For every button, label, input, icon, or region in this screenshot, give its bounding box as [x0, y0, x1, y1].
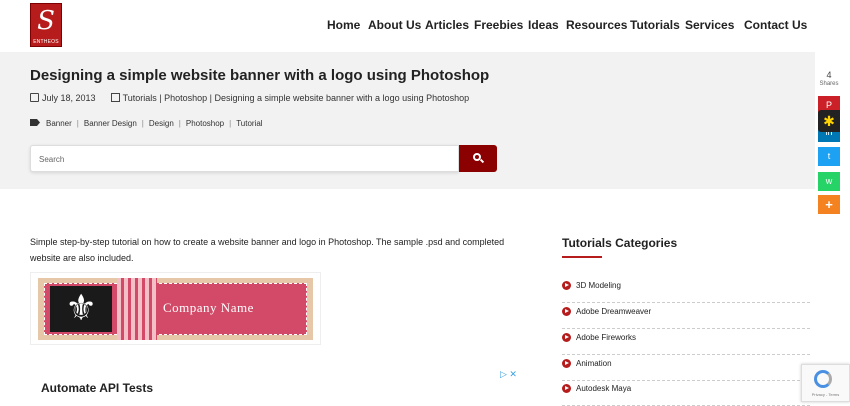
category-label[interactable]: Autodesk Maya: [576, 384, 631, 393]
widget-flower-icon[interactable]: ✱: [818, 110, 840, 132]
more-share-button[interactable]: +: [818, 195, 840, 214]
share-label: Shares: [819, 81, 839, 87]
category-label[interactable]: Animation: [576, 359, 612, 368]
nav-item-resources[interactable]: Resources: [566, 18, 627, 32]
whatsapp-share-button[interactable]: 2w: [818, 168, 840, 191]
search-button[interactable]: [459, 145, 497, 172]
arrow-circle-icon: [562, 333, 571, 342]
tag-link[interactable]: Banner: [46, 119, 72, 128]
arrow-circle-icon: [562, 281, 571, 290]
arrow-circle-icon: [562, 359, 571, 368]
sidebar-category[interactable]: Adobe Dreamweaver: [562, 303, 810, 329]
post-intro: Simple step-by-step tutorial on how to c…: [30, 237, 505, 263]
tag-link[interactable]: Banner Design: [84, 119, 137, 128]
nav-item-contact-us[interactable]: Contact Us: [744, 18, 807, 32]
banner-image: ⚜ Company Name: [38, 278, 313, 340]
calendar-icon: [30, 93, 39, 102]
arrow-circle-icon: [562, 307, 571, 316]
post-meta: July 18, 2013 Tutorials | Photoshop | De…: [30, 93, 469, 103]
ad-block[interactable]: Automate API Tests ▷ ✕: [30, 366, 520, 402]
sidebar-category[interactable]: Animation: [562, 355, 810, 381]
page-title: Designing a simple website banner with a…: [30, 67, 490, 84]
ad-title[interactable]: Automate API Tests: [41, 381, 153, 395]
title-underline: [562, 256, 602, 258]
site-header: S ENTHEOS Home About Us Articles Freebie…: [0, 0, 850, 52]
sidebar-category[interactable]: Autodesk Maya: [562, 380, 810, 406]
logo-text: ENTHEOS: [33, 39, 59, 45]
nav-item-freebies[interactable]: Freebies: [474, 18, 523, 32]
sidebar-title: Tutorials Categories: [562, 236, 678, 250]
scrollbar[interactable]: [840, 0, 850, 402]
category-label[interactable]: Adobe Dreamweaver: [576, 307, 651, 316]
sidebar-category[interactable]: 3D Modeling: [562, 277, 810, 303]
tag-link[interactable]: Tutorial: [236, 119, 262, 128]
more-icon: +: [825, 197, 833, 212]
recaptcha-text[interactable]: Privacy - Terms: [802, 392, 849, 397]
tag-link[interactable]: Photoshop: [186, 119, 224, 128]
recaptcha-icon: [814, 370, 832, 388]
folder-icon: [110, 93, 120, 102]
arrow-circle-icon: [562, 384, 571, 393]
post-tags: Banner | Banner Design | Design | Photoshop | Tu…: [30, 119, 263, 128]
recaptcha-badge[interactable]: Privacy - Terms: [801, 364, 850, 402]
tag-icon: [30, 119, 40, 126]
category-label[interactable]: 3D Modeling: [576, 281, 621, 290]
whatsapp-icon: w: [825, 176, 833, 186]
nav-item-articles[interactable]: Articles: [425, 18, 469, 32]
ad-choices-icon[interactable]: ▷ ✕: [500, 369, 517, 380]
category-label[interactable]: Adobe Fireworks: [576, 333, 636, 342]
nav-item-tutorials[interactable]: Tutorials: [630, 18, 680, 32]
logo-letter: S: [37, 6, 55, 36]
site-logo[interactable]: S ENTHEOS: [30, 3, 62, 47]
nav-item-about-us[interactable]: About Us: [368, 18, 421, 32]
nav-item-services[interactable]: Services: [685, 18, 734, 32]
post-date: July 18, 2013: [42, 93, 96, 103]
breadcrumb[interactable]: Tutorials | Photoshop | Designing a simp…: [123, 93, 470, 103]
share-count: 4: [826, 70, 832, 80]
pinterest-icon: P: [825, 100, 832, 110]
sidebar-category[interactable]: Adobe Fireworks: [562, 329, 810, 355]
banner-company-name: Company Name: [163, 300, 254, 315]
tag-link[interactable]: Design: [149, 119, 174, 128]
search-input[interactable]: Search: [30, 145, 459, 172]
nav-item-ideas[interactable]: Ideas: [528, 18, 559, 32]
nav-item-home[interactable]: Home: [327, 18, 360, 32]
twitter-icon: t: [827, 151, 831, 161]
fleur-de-lis-icon: ⚜: [65, 288, 98, 329]
twitter-share-button[interactable]: 1t: [818, 143, 840, 166]
